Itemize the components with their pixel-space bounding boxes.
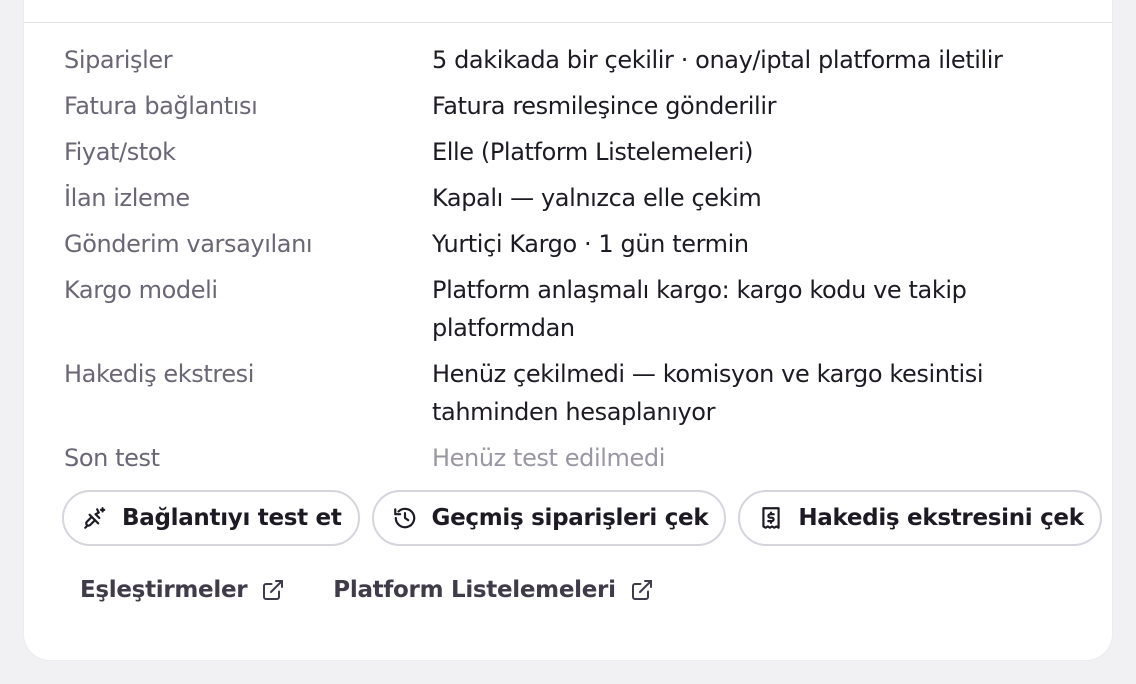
button-label: Hakediş ekstresini çek [798, 505, 1084, 531]
action-buttons: Bağlantıyı test et Geçmiş siparişleri çe… [62, 490, 1102, 546]
detail-row-orders: Siparişler 5 dakikada bir çekilir · onay… [64, 41, 1084, 87]
detail-label: Fatura bağlantısı [64, 92, 258, 120]
detail-label: Son test [64, 444, 160, 472]
button-label: Bağlantıyı test et [122, 505, 342, 531]
fetch-statement-button[interactable]: Hakediş ekstresini çek [738, 490, 1102, 546]
plug-icon [82, 505, 108, 531]
detail-label: Siparişler [64, 46, 173, 74]
fetch-past-orders-button[interactable]: Geçmiş siparişleri çek [371, 490, 727, 546]
detail-value: Henüz çekilmedi — komisyon ve kargo kesi… [432, 360, 984, 426]
external-link-icon [261, 578, 285, 602]
detail-value: Fatura resmileşince gönderilir [432, 92, 777, 120]
detail-row-invoice: Fatura bağlantısı Fatura resmileşince gö… [64, 87, 1084, 133]
detail-row-shipping-default: Gönderim varsayılanı Yurtiçi Kargo · 1 g… [64, 225, 1084, 271]
detail-label: Fiyat/stok [64, 138, 176, 166]
detail-row-statement: Hakediş ekstresi Henüz çekilmedi — komis… [64, 355, 1084, 439]
detail-value: Kapalı — yalnızca elle çekim [432, 184, 762, 212]
detail-value: Elle (Platform Listelemeleri) [432, 138, 754, 166]
mappings-link[interactable]: Eşleştirmeler [80, 577, 285, 603]
section-divider [24, 22, 1112, 23]
detail-label: Kargo modeli [64, 276, 218, 304]
footer-links: Eşleştirmeler Platform Listelemeleri [80, 577, 654, 603]
history-icon [392, 505, 418, 531]
detail-value: 5 dakikada bir çekilir · onay/iptal plat… [432, 46, 1003, 74]
link-label: Eşleştirmeler [80, 577, 248, 603]
detail-label: Hakediş ekstresi [64, 360, 255, 388]
test-connection-button[interactable]: Bağlantıyı test et [62, 490, 360, 546]
detail-row-price-stock: Fiyat/stok Elle (Platform Listelemeleri) [64, 133, 1084, 179]
platform-listings-link[interactable]: Platform Listelemeleri [333, 577, 653, 603]
receipt-dollar-icon [758, 505, 784, 531]
detail-value: Platform anlaşmalı kargo: kargo kodu ve … [432, 276, 967, 342]
detail-value: Henüz test edilmedi [432, 444, 665, 472]
button-label: Geçmiş siparişleri çek [431, 505, 709, 531]
external-link-icon [630, 578, 654, 602]
details-list: Siparişler 5 dakikada bir çekilir · onay… [64, 41, 1084, 485]
detail-row-cargo-model: Kargo modeli Platform anlaşmalı kargo: k… [64, 271, 1084, 355]
detail-value: Yurtiçi Kargo · 1 gün termin [432, 230, 749, 258]
integration-details-card: Siparişler 5 dakikada bir çekilir · onay… [24, 0, 1112, 660]
detail-row-listing-monitor: İlan izleme Kapalı — yalnızca elle çekim [64, 179, 1084, 225]
detail-row-last-test: Son test Henüz test edilmedi [64, 439, 1084, 485]
link-label: Platform Listelemeleri [333, 577, 616, 603]
detail-label: İlan izleme [64, 184, 190, 212]
detail-label: Gönderim varsayılanı [64, 230, 313, 258]
